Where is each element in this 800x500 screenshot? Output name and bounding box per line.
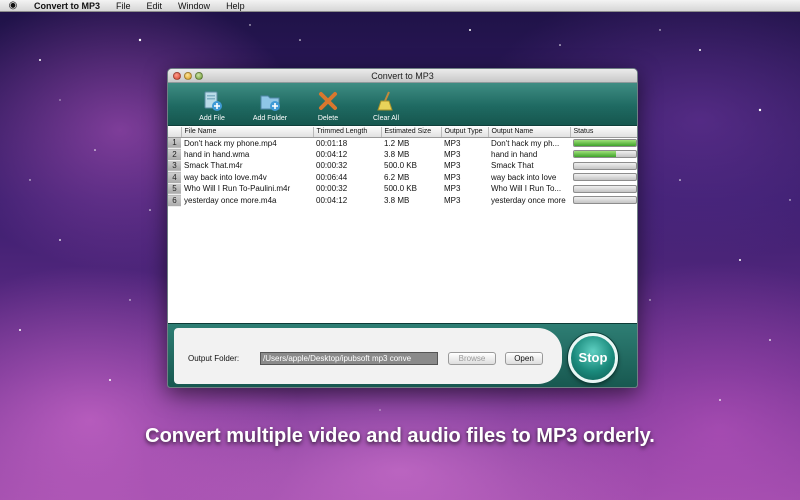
output-settings-panel: Output Folder: /Users/apple/Desktop/ipub… (174, 328, 562, 384)
row-index: 4 (168, 171, 181, 184)
progress-bar (573, 173, 637, 182)
status-cell (570, 172, 637, 184)
row-index: 3 (168, 160, 181, 172)
delete-label: Delete (317, 115, 339, 122)
table-row[interactable]: 2 hand in hand.wma 00:04:12 3.8 MB MP3 h… (168, 148, 637, 161)
table-header-row: File Name Trimmed Length Estimated Size … (168, 127, 637, 138)
menu-app-name[interactable]: Convert to MP3 (26, 0, 108, 12)
table-row[interactable]: 1 Don't hack my phone.mp4 00:01:18 1.2 M… (168, 137, 637, 149)
status-cell (570, 183, 637, 195)
trimmed-length-cell: 00:00:32 (316, 184, 348, 194)
output-type-cell: MP3 (444, 138, 461, 148)
output-type-cell: MP3 (444, 149, 461, 159)
estimated-size-cell: 1.2 MB (384, 138, 410, 148)
menu-window[interactable]: Window (170, 0, 218, 12)
close-window-button[interactable] (173, 72, 181, 80)
row-index: 6 (168, 194, 181, 207)
status-cell (570, 137, 637, 149)
progress-bar (573, 184, 637, 193)
col-trimmed-length[interactable]: Trimmed Length (313, 127, 382, 138)
minimize-window-button[interactable] (184, 72, 192, 80)
apple-menu-icon[interactable]: ◉ (0, 0, 26, 11)
table-row[interactable]: 6 yesterday once more.m4a 00:04:12 3.8 M… (168, 194, 637, 207)
col-output-type[interactable]: Output Type (441, 127, 489, 138)
output-name-cell: Smack That (491, 161, 534, 171)
estimated-size-cell: 500.0 KB (384, 161, 417, 171)
estimated-size-cell: 3.8 MB (384, 149, 410, 159)
output-type-cell: MP3 (444, 184, 461, 194)
row-index: 1 (168, 137, 181, 149)
table-row[interactable]: 4 way back into love.m4v 00:06:44 6.2 MB… (168, 171, 637, 184)
progress-bar (573, 150, 637, 159)
progress-bar (573, 139, 637, 147)
row-index: 5 (168, 183, 181, 195)
stop-button[interactable]: Stop (568, 333, 618, 383)
status-cell (570, 195, 637, 207)
col-output-name[interactable]: Output Name (488, 127, 571, 138)
open-button[interactable]: Open (505, 352, 543, 365)
col-status[interactable]: Status (570, 127, 637, 138)
zoom-window-button[interactable] (195, 72, 203, 80)
trimmed-length-cell: 00:06:44 (316, 172, 348, 182)
add-file-button[interactable]: Add File (186, 83, 238, 125)
output-name-cell: way back into love (491, 172, 557, 182)
file-name-cell: way back into love.m4v (184, 172, 267, 182)
output-name-cell: Who Will I Run To... (491, 184, 562, 194)
file-list: File Name Trimmed Length Estimated Size … (168, 127, 637, 320)
col-file-name[interactable]: File Name (181, 127, 314, 138)
estimated-size-cell: 3.8 MB (384, 195, 410, 205)
clear-all-label: Clear All (372, 115, 400, 122)
col-index (168, 127, 182, 138)
file-name-cell: Who Will I Run To-Paulini.m4r (184, 184, 291, 194)
trimmed-length-cell: 00:01:18 (316, 138, 348, 148)
clear-all-button[interactable]: Clear All (360, 83, 412, 125)
col-estimated-size[interactable]: Estimated Size (381, 127, 442, 138)
progress-bar (573, 161, 637, 170)
progress-bar (573, 196, 637, 205)
menubar: ◉ Convert to MP3 File Edit Window Help (0, 0, 800, 12)
output-type-cell: MP3 (444, 172, 461, 182)
window-controls (173, 72, 203, 80)
file-table: File Name Trimmed Length Estimated Size … (168, 127, 637, 207)
estimated-size-cell: 6.2 MB (384, 172, 410, 182)
trimmed-length-cell: 00:04:12 (316, 195, 348, 205)
file-name-cell: Don't hack my phone.mp4 (184, 138, 277, 148)
file-name-cell: yesterday once more.m4a (184, 195, 277, 205)
add-folder-button[interactable]: Add Folder (244, 83, 296, 125)
table-row[interactable]: 3 Smack That.m4r 00:00:32 500.0 KB MP3 S… (168, 160, 637, 172)
output-name-cell: yesterday once more (491, 195, 566, 205)
file-name-cell: Smack That.m4r (184, 161, 243, 171)
output-name-cell: Don't hack my ph... (491, 138, 560, 148)
delete-icon (319, 92, 337, 110)
menu-help[interactable]: Help (218, 0, 253, 12)
row-index: 2 (168, 148, 181, 161)
menu-edit[interactable]: Edit (139, 0, 171, 12)
promo-caption: Convert multiple video and audio files t… (145, 425, 655, 447)
estimated-size-cell: 500.0 KB (384, 184, 417, 194)
status-cell (570, 160, 637, 172)
trimmed-length-cell: 00:00:32 (316, 161, 348, 171)
delete-button[interactable]: Delete (302, 83, 354, 125)
app-window: Convert to MP3 Add File Add Folder Delet… (167, 68, 638, 388)
window-title: Convert to MP3 (371, 71, 434, 81)
output-type-cell: MP3 (444, 195, 461, 205)
output-folder-field[interactable]: /Users/apple/Desktop/ipubsoft mp3 conve (260, 352, 438, 365)
broom-icon (377, 91, 393, 111)
status-cell (570, 149, 637, 161)
titlebar[interactable]: Convert to MP3 (168, 69, 637, 83)
add-file-label: Add File (199, 115, 225, 122)
output-folder-label: Output Folder: (188, 354, 240, 363)
output-type-cell: MP3 (444, 161, 461, 171)
menu-file[interactable]: File (108, 0, 139, 12)
trimmed-length-cell: 00:04:12 (316, 149, 348, 159)
bottom-panel: Output Folder: /Users/apple/Desktop/ipub… (168, 323, 637, 387)
browse-button[interactable]: Browse (448, 352, 496, 365)
output-name-cell: hand in hand (491, 149, 538, 159)
table-row[interactable]: 5 Who Will I Run To-Paulini.m4r 00:00:32… (168, 183, 637, 195)
add-folder-icon (260, 95, 280, 111)
file-name-cell: hand in hand.wma (184, 149, 250, 159)
add-file-icon (204, 91, 222, 111)
add-folder-label: Add Folder (252, 115, 288, 122)
toolbar: Add File Add Folder Delete Clear All (168, 83, 637, 126)
